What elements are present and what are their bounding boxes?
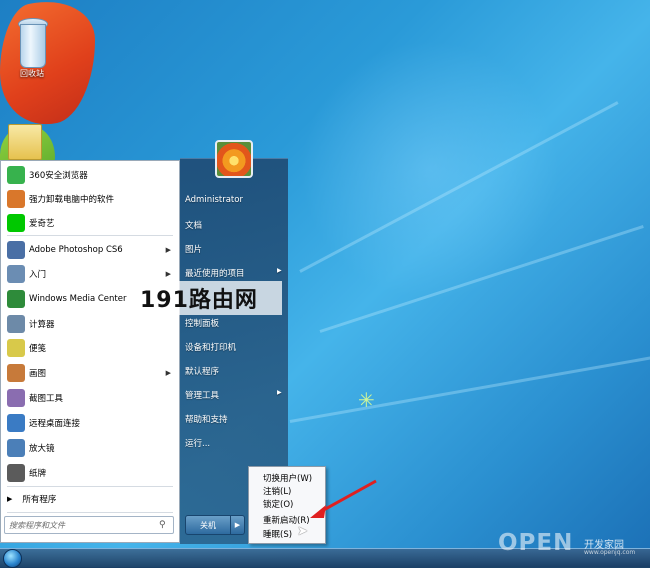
- submenu-arrow-icon: ▶: [277, 389, 282, 396]
- shutdown-label: 关机: [200, 520, 216, 530]
- start-menu-link-label: 控制面板: [185, 319, 220, 329]
- program-item[interactable]: 纸牌: [3, 461, 177, 485]
- start-menu-link[interactable]: 文档: [185, 219, 202, 231]
- 360-browser-icon: [7, 166, 25, 184]
- remote-desktop-icon: [7, 414, 25, 432]
- start-menu-link-label: 管理工具: [185, 391, 220, 401]
- program-label: Adobe Photoshop CS6: [29, 245, 123, 255]
- program-label: 纸牌: [29, 469, 47, 479]
- program-item[interactable]: 360安全浏览器: [3, 163, 177, 187]
- start-menu-link[interactable]: 图片: [185, 243, 202, 255]
- iqiyi-icon: [7, 214, 25, 232]
- program-label: 远程桌面连接: [29, 419, 81, 429]
- corner-watermark-url: www.openjq.com: [584, 549, 636, 556]
- magnifier-icon: [7, 439, 25, 457]
- solitaire-icon: [7, 464, 25, 482]
- shutdown-menu-item[interactable]: 注销(L): [263, 485, 291, 497]
- program-label: Windows Media Center: [29, 294, 127, 304]
- snipping-tool-icon: [7, 389, 25, 407]
- mouse-cursor-icon: ➤: [297, 524, 308, 539]
- start-menu-link[interactable]: 最近使用的项目 ▶: [185, 267, 282, 279]
- start-menu-link-label: 最近使用的项目: [185, 269, 245, 279]
- sticky-notes-icon: [7, 339, 25, 357]
- user-avatar[interactable]: [215, 140, 253, 178]
- program-item[interactable]: Adobe Photoshop CS6 ▶: [3, 238, 177, 262]
- recycle-bin-icon: [16, 18, 48, 68]
- start-menu-link[interactable]: Administrator: [185, 195, 243, 205]
- program-label: 爱奇艺: [29, 219, 55, 229]
- desktop-icon-label: 回收站: [20, 69, 44, 78]
- program-item[interactable]: 爱奇艺: [3, 211, 177, 235]
- submenu-arrow-icon: ▶: [277, 267, 282, 274]
- search-icon[interactable]: ⚲: [159, 520, 173, 530]
- shutdown-button[interactable]: 关机: [185, 515, 231, 535]
- start-menu-link[interactable]: 帮助和支持: [185, 413, 228, 425]
- program-label: 360安全浏览器: [29, 171, 88, 181]
- program-item[interactable]: 计算器: [3, 312, 177, 336]
- corner-watermark-logo: OPEN: [498, 530, 574, 556]
- program-label: 入门: [29, 270, 47, 280]
- start-menu-link-label: Administrator: [185, 195, 243, 205]
- program-item[interactable]: 强力卸载电脑中的软件: [3, 187, 177, 211]
- program-label: 计算器: [29, 320, 55, 330]
- start-menu-link[interactable]: 控制面板: [185, 317, 219, 329]
- search-input[interactable]: 搜索程序和文件: [5, 520, 159, 531]
- start-button[interactable]: [3, 549, 22, 568]
- getting-started-icon: [7, 265, 25, 283]
- program-label: 截图工具: [29, 394, 64, 404]
- folder-icon[interactable]: [8, 124, 42, 160]
- red-arrow-annotation-icon: [310, 479, 377, 518]
- all-programs-button[interactable]: ▶ 所有程序: [3, 488, 177, 510]
- shutdown-menu-item[interactable]: 锁定(O): [263, 498, 293, 510]
- desktop-icon-recycle-bin[interactable]: 回收站: [6, 18, 58, 79]
- start-menu-link-label: 默认程序: [185, 367, 220, 377]
- program-item[interactable]: 截图工具: [3, 386, 177, 410]
- program-label: 画图: [29, 369, 47, 379]
- paint-icon: [7, 364, 25, 382]
- uninstall-icon: [7, 190, 25, 208]
- submenu-arrow-icon: ▶: [165, 270, 171, 278]
- start-menu-link-label: 设备和打印机: [185, 343, 237, 353]
- start-menu-programs-pane: 360安全浏览器强力卸载电脑中的软件 爱奇艺 Adobe Photoshop CS6…: [0, 160, 180, 543]
- program-label: 强力卸载电脑中的软件: [29, 195, 115, 205]
- program-item[interactable]: 放大镜: [3, 436, 177, 460]
- start-menu-link-label: 文档: [185, 221, 203, 231]
- start-menu-link[interactable]: 管理工具 ▶: [185, 389, 282, 401]
- program-label: 便笺: [29, 344, 47, 354]
- submenu-arrow-icon: ▶: [165, 246, 171, 254]
- start-menu-link[interactable]: 默认程序: [185, 365, 219, 377]
- start-menu-link[interactable]: 设备和打印机: [185, 341, 236, 353]
- triangle-right-icon: ▶: [234, 521, 241, 529]
- start-menu-link-label: 图片: [185, 245, 203, 255]
- program-item[interactable]: 远程桌面连接: [3, 411, 177, 435]
- program-item[interactable]: 便笺: [3, 336, 177, 360]
- start-search-box[interactable]: 搜索程序和文件 ⚲: [4, 516, 174, 534]
- shutdown-options-arrow-button[interactable]: ▶: [231, 515, 245, 535]
- program-label: 放大镜: [29, 444, 55, 454]
- light-sparkle-icon: ✳: [358, 388, 375, 412]
- start-menu-link-label: 运行...: [185, 439, 211, 449]
- program-item[interactable]: 画图 ▶: [3, 361, 177, 385]
- start-menu-link[interactable]: 运行...: [185, 437, 210, 449]
- submenu-arrow-icon: ▶: [165, 369, 171, 377]
- all-programs-label: 所有程序: [22, 495, 57, 505]
- triangle-right-icon: ▶: [7, 495, 13, 503]
- calculator-icon: [7, 315, 25, 333]
- watermark-text: 191路由网: [140, 288, 258, 313]
- media-center-icon: [7, 290, 25, 308]
- shutdown-menu-item[interactable]: 睡眠(S): [263, 528, 292, 540]
- start-menu-link-label: 帮助和支持: [185, 415, 228, 425]
- photoshop-icon: [7, 241, 25, 259]
